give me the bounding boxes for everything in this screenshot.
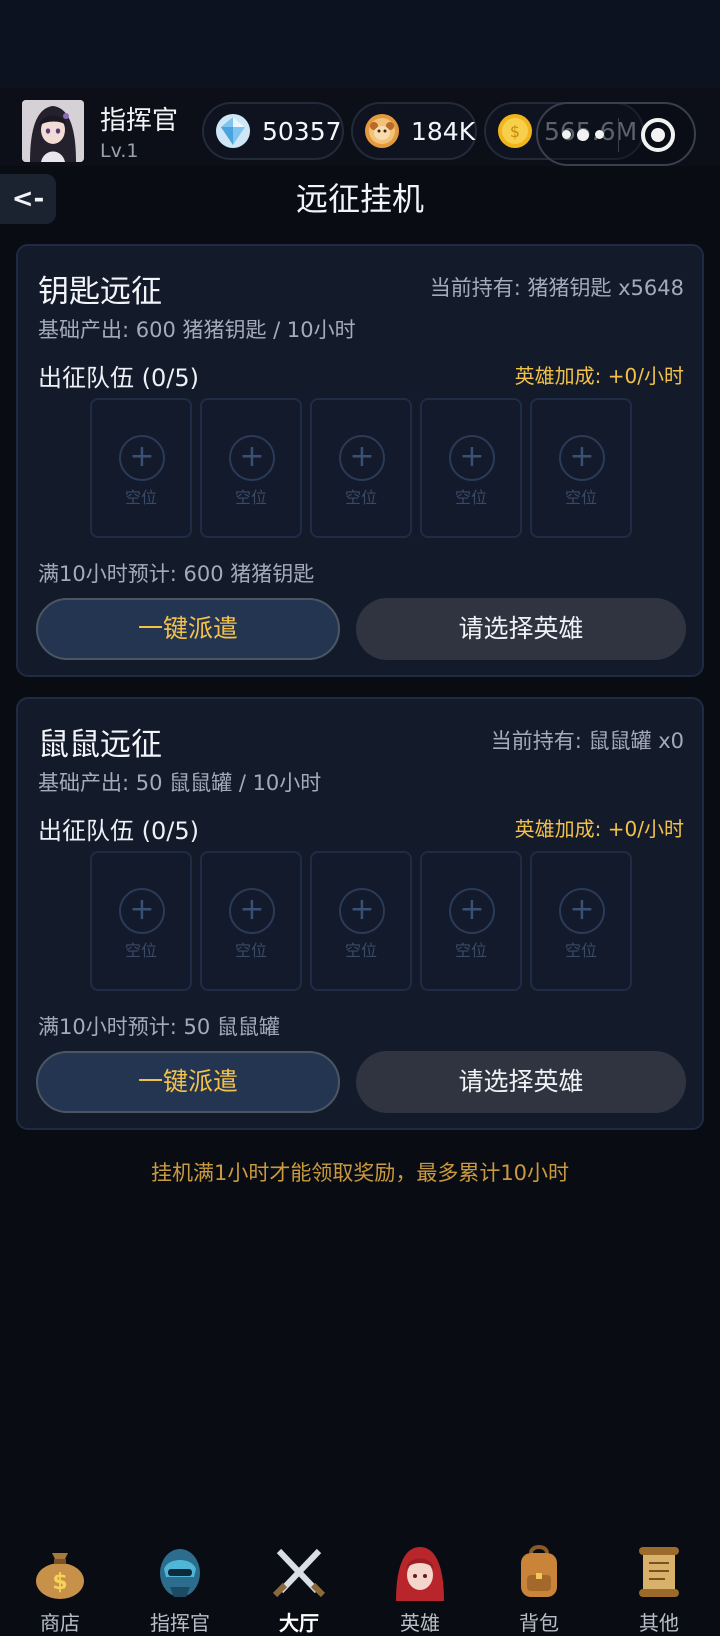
crossed-swords-icon xyxy=(272,1548,326,1598)
tab-label: 商店 xyxy=(40,1611,80,1635)
select-hero-button[interactable]: 请选择英雄 xyxy=(356,1051,686,1113)
hero-slot[interactable]: + 空位 xyxy=(310,851,412,991)
slot-empty-label: 空位 xyxy=(124,941,157,960)
tab-lobby[interactable]: 大厅 xyxy=(244,1533,354,1635)
slot-empty-label: 空位 xyxy=(454,941,487,960)
add-icon: + xyxy=(449,888,495,934)
add-icon: + xyxy=(119,435,165,481)
more-dot-icon xyxy=(562,130,571,139)
estimated-yield: 满10小时预计: 50 鼠鼠罐 xyxy=(38,1015,280,1039)
close-target-icon[interactable] xyxy=(641,118,675,152)
team-count-label: 出征队伍 (0/5) xyxy=(38,817,199,845)
player-level: Lv.1 xyxy=(100,140,139,162)
tab-commander[interactable]: 指挥官 xyxy=(125,1533,235,1635)
slot-empty-label: 空位 xyxy=(344,941,377,960)
slot-empty-label: 空位 xyxy=(234,488,267,507)
avatar-portrait-icon xyxy=(22,100,84,162)
add-icon: + xyxy=(229,888,275,934)
base-output: 基础产出: 50 鼠鼠罐 / 10小时 xyxy=(38,771,322,795)
add-icon: + xyxy=(559,435,605,481)
tab-label: 背包 xyxy=(519,1611,559,1635)
more-dot-icon xyxy=(577,129,589,141)
add-icon: + xyxy=(339,888,385,934)
hero-slots: + 空位 + 空位 + 空位 + 空位 + 空位 xyxy=(90,851,632,991)
tab-label: 英雄 xyxy=(400,1611,440,1635)
diamond-amount: 50357 xyxy=(262,116,342,146)
svg-text:$: $ xyxy=(52,1570,67,1595)
gold-coin-icon: $ xyxy=(498,114,532,148)
select-hero-button[interactable]: 请选择英雄 xyxy=(356,598,686,660)
tab-backpack[interactable]: 背包 xyxy=(484,1533,594,1635)
tab-label: 大厅 xyxy=(279,1611,319,1635)
tab-heroes[interactable]: 英雄 xyxy=(365,1533,475,1635)
auto-dispatch-button[interactable]: 一键派遣 xyxy=(36,598,340,660)
hero-slot[interactable]: + 空位 xyxy=(310,398,412,538)
player-name: 指挥官 xyxy=(100,106,179,136)
add-icon: + xyxy=(339,435,385,481)
add-icon: + xyxy=(119,888,165,934)
expedition-card-key: 钥匙远征 当前持有: 猪猪钥匙 x5648 基础产出: 600 猪猪钥匙 / 1… xyxy=(16,244,704,677)
capsule-divider xyxy=(618,118,619,152)
currency-monkey[interactable]: 184K xyxy=(351,102,477,160)
more-menu-button[interactable] xyxy=(562,129,604,141)
monkey-coin-amount: 184K xyxy=(411,116,476,146)
add-icon: + xyxy=(559,888,605,934)
expedition-title: 鼠鼠远征 xyxy=(38,727,162,763)
hero-slot[interactable]: + 空位 xyxy=(90,851,192,991)
more-dot-icon xyxy=(595,130,604,139)
current-holding: 当前持有: 鼠鼠罐 x0 xyxy=(490,729,684,753)
estimated-yield: 满10小时预计: 600 猪猪钥匙 xyxy=(38,562,315,586)
svg-text:$: $ xyxy=(510,122,520,141)
add-icon: + xyxy=(449,435,495,481)
tab-other[interactable]: 其他 xyxy=(604,1533,714,1635)
page-title: 远征挂机 xyxy=(295,180,424,218)
idle-reward-tip: 挂机满1小时才能领取奖励，最多累计10小时 xyxy=(150,1161,570,1185)
monkey-coin-icon xyxy=(365,114,399,148)
scroll-icon xyxy=(639,1547,679,1597)
player-avatar[interactable] xyxy=(22,100,84,162)
hero-bonus: 英雄加成: +0/小时 xyxy=(514,364,684,388)
hero-slot[interactable]: + 空位 xyxy=(420,851,522,991)
slot-empty-label: 空位 xyxy=(564,941,597,960)
hero-slot[interactable]: + 空位 xyxy=(90,398,192,538)
money-bag-icon: $ xyxy=(36,1553,84,1599)
mini-program-capsule xyxy=(536,102,696,166)
tab-shop[interactable]: $ 商店 xyxy=(5,1533,115,1635)
expedition-card-mouse: 鼠鼠远征 当前持有: 鼠鼠罐 x0 基础产出: 50 鼠鼠罐 / 10小时 出征… xyxy=(16,697,704,1130)
currency-diamond[interactable]: 50357 xyxy=(202,102,344,160)
current-holding: 当前持有: 猪猪钥匙 x5648 xyxy=(429,276,684,300)
bottom-tab-bar: $ 商店 指挥官 大厅 英雄 背包 其他 xyxy=(0,1533,720,1635)
tab-label: 指挥官 xyxy=(150,1611,210,1635)
hero-bonus: 英雄加成: +0/小时 xyxy=(514,817,684,841)
hero-slot[interactable]: + 空位 xyxy=(200,398,302,538)
add-icon: + xyxy=(229,435,275,481)
slot-empty-label: 空位 xyxy=(564,488,597,507)
backpack-icon xyxy=(521,1545,557,1597)
hero-slot[interactable]: + 空位 xyxy=(200,851,302,991)
hero-slot[interactable]: + 空位 xyxy=(420,398,522,538)
base-output: 基础产出: 600 猪猪钥匙 / 10小时 xyxy=(38,318,356,342)
back-button[interactable]: <- xyxy=(0,174,56,224)
slot-empty-label: 空位 xyxy=(234,941,267,960)
hero-slot[interactable]: + 空位 xyxy=(530,398,632,538)
auto-dispatch-button[interactable]: 一键派遣 xyxy=(36,1051,340,1113)
hero-slots: + 空位 + 空位 + 空位 + 空位 + 空位 xyxy=(90,398,632,538)
tab-label: 其他 xyxy=(639,1611,679,1635)
slot-empty-label: 空位 xyxy=(124,488,157,507)
commander-helmet-icon xyxy=(160,1549,200,1597)
expedition-title: 钥匙远征 xyxy=(38,274,162,310)
hero-slot[interactable]: + 空位 xyxy=(530,851,632,991)
diamond-icon xyxy=(216,114,250,148)
slot-empty-label: 空位 xyxy=(454,488,487,507)
team-count-label: 出征队伍 (0/5) xyxy=(38,364,199,392)
slot-empty-label: 空位 xyxy=(344,488,377,507)
hero-portrait-icon xyxy=(396,1547,444,1601)
status-bar-area xyxy=(0,0,720,88)
